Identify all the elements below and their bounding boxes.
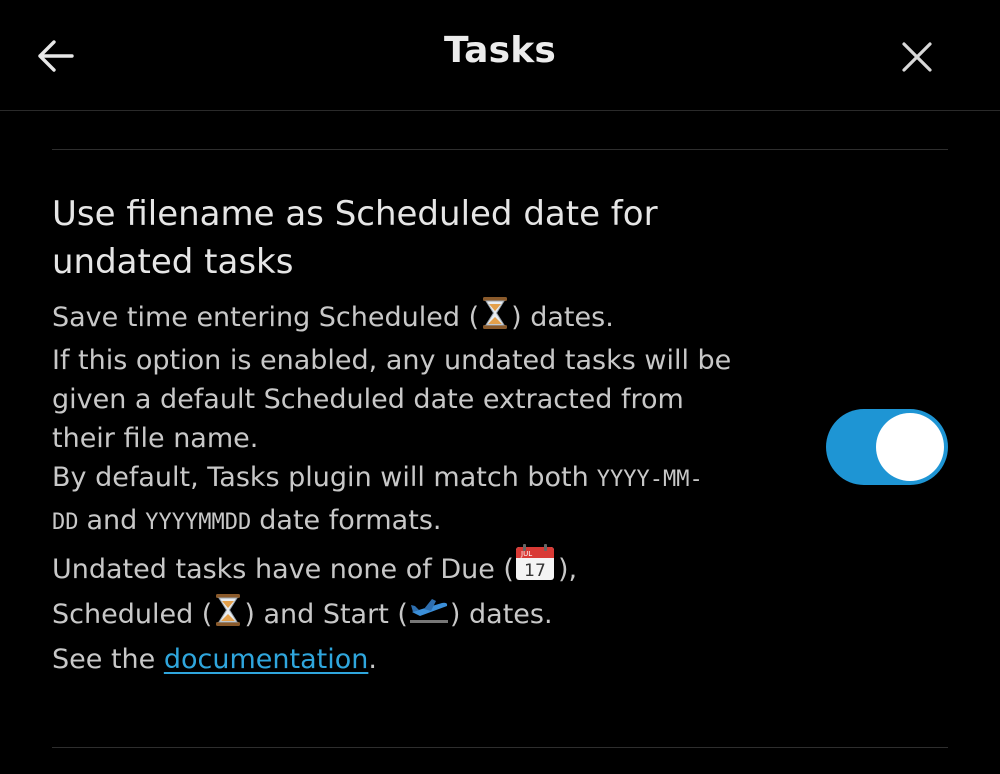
desc-line-7: Undated tasks have none of Due ( JUL 17 …	[52, 542, 792, 593]
desc-line-8: Scheduled ( ) and Start ( ) dates.	[52, 593, 792, 638]
hourglass-icon	[479, 296, 511, 341]
header-bar: Tasks	[0, 0, 1000, 111]
desc-text: Scheduled (	[52, 599, 213, 630]
page-title: Tasks	[443, 30, 556, 71]
setting-description: Save time entering Scheduled ( ) dates. …	[52, 296, 792, 638]
calendar-day-text: 17	[524, 561, 546, 581]
desc-text: date formats.	[259, 505, 442, 536]
desc-line-6: DD and YYYYMMDD date formats.	[52, 499, 792, 542]
desc-line-4: their file name.	[52, 423, 259, 454]
desc-text: Save time entering Scheduled (	[52, 302, 480, 333]
setting-name: Use filename as Scheduled date for undat…	[52, 190, 752, 286]
close-icon	[902, 42, 932, 72]
desc-text: and	[86, 505, 138, 536]
desc-text: ) and Start (	[244, 599, 408, 630]
setting-name-line1: Use filename as Scheduled date for	[52, 194, 658, 234]
calendar-month-text: JUL	[520, 550, 532, 558]
airplane-departure-icon	[408, 595, 450, 638]
documentation-link[interactable]: documentation	[164, 644, 369, 675]
toggle-knob	[876, 413, 944, 481]
desc-text: By default, Tasks plugin will match both	[52, 462, 589, 493]
desc-text: ) dates.	[449, 599, 553, 630]
format-code: YYYYMMDD	[145, 510, 252, 535]
format-code: DD	[52, 510, 79, 535]
format-code: YYYY-MM-	[596, 467, 703, 492]
section-divider-bottom	[52, 747, 948, 748]
use-filename-toggle[interactable]	[826, 409, 948, 485]
section-divider-top	[52, 149, 948, 150]
see-text-suffix: .	[368, 644, 377, 675]
hourglass-icon	[212, 593, 244, 638]
documentation-line: See the documentation.	[52, 640, 377, 679]
desc-line-3: given a default Scheduled date extracted…	[52, 384, 684, 415]
see-text: See the	[52, 644, 164, 675]
calendar-icon: JUL 17	[514, 544, 558, 593]
desc-line-5: By default, Tasks plugin will match both…	[52, 458, 792, 499]
desc-line-1: Save time entering Scheduled ( ) dates.	[52, 296, 792, 341]
desc-text: ),	[557, 554, 578, 585]
setting-name-line2: undated tasks	[52, 242, 294, 282]
desc-text: ) dates.	[511, 302, 614, 333]
desc-text: Undated tasks have none of Due (	[52, 554, 514, 585]
desc-line-2: If this option is enabled, any undated t…	[52, 345, 732, 376]
close-button[interactable]	[898, 38, 936, 76]
